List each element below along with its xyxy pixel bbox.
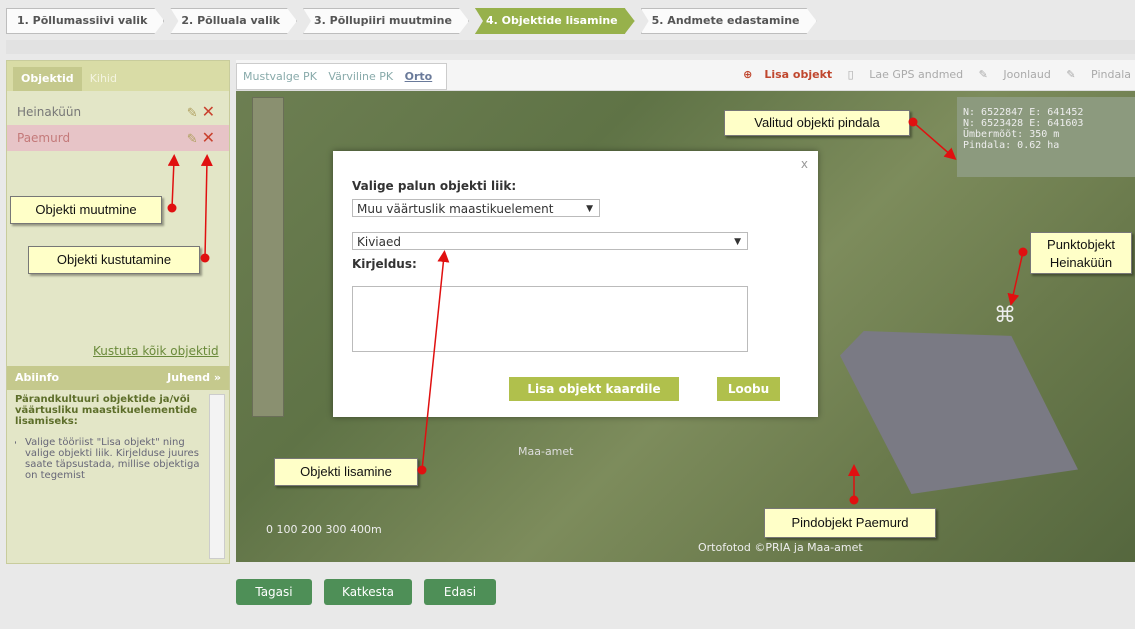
- map-copyright: Ortofotod ©PRIA ja Maa-amet: [698, 541, 863, 554]
- callout-area: Valitud objekti pindala: [724, 110, 910, 136]
- step-2[interactable]: 2. Põlluala valik: [170, 8, 297, 34]
- chevron-down-icon: ▼: [734, 237, 741, 247]
- help-scrollbar[interactable]: [209, 394, 225, 559]
- cancel-button[interactable]: Loobu: [717, 377, 780, 401]
- callout-polygon: Pindobjekt Paemurd: [764, 508, 936, 538]
- edit-icon[interactable]: ✎: [187, 101, 198, 127]
- add-object-tool[interactable]: ⊕ Lisa objekt: [743, 68, 832, 81]
- map-watermark: Maa-amet: [518, 445, 574, 458]
- tab-layers[interactable]: Kihid: [82, 67, 125, 91]
- dialog-title: Valige palun objekti liik:: [352, 179, 517, 193]
- gps-label: Lae GPS andmed: [869, 68, 964, 81]
- category-value: Muu väärtuslik maastikuelement: [357, 202, 554, 216]
- help-item: Valige tööriist "Lisa objekt" ning valig…: [25, 437, 201, 481]
- help-title: Pärandkultuuri objektide ja/või väärtusl…: [15, 394, 198, 427]
- add-object-label: Lisa objekt: [764, 68, 833, 81]
- tab-guide[interactable]: Juhend »: [167, 366, 221, 390]
- object-name: Paemurd: [17, 131, 71, 145]
- object-item[interactable]: Heinaküün ✎ ✕: [7, 99, 229, 125]
- close-icon[interactable]: x: [801, 157, 808, 171]
- wizard-steps: 1. Põllumassiivi valik 2. Põlluala valik…: [6, 8, 823, 34]
- abort-button[interactable]: Katkesta: [324, 579, 412, 605]
- object-item-selected[interactable]: Paemurd ✎ ✕: [7, 125, 229, 151]
- back-button[interactable]: Tagasi: [236, 579, 312, 605]
- area-label: Pindala: [1091, 68, 1131, 81]
- callout-edit: Objekti muutmine: [10, 196, 162, 224]
- tab-help[interactable]: Abiinfo: [15, 366, 59, 390]
- basemap-switcher: Mustvalge PK Värviline PK Orto: [236, 63, 448, 90]
- step-bar: [6, 40, 1135, 54]
- delete-icon[interactable]: ✕: [202, 99, 215, 125]
- coordinates-readout: N: 6522847 E: 641452 N: 6523428 E: 64160…: [957, 97, 1135, 177]
- perimeter-line: Ümbermõõt: 350 m: [963, 129, 1060, 140]
- help-header: Abiinfo Juhend »: [7, 366, 229, 390]
- basemap-color[interactable]: Värviline PK: [328, 70, 393, 83]
- description-label: Kirjeldus:: [352, 257, 417, 271]
- delete-all-link[interactable]: Kustuta kõik objektid: [93, 344, 219, 358]
- map-tools: ⊕ Lisa objekt ▯ Lae GPS andmed ✎ Joonlaud…: [731, 65, 1131, 85]
- add-object-dialog: x Valige palun objekti liik: Muu väärtus…: [333, 151, 818, 417]
- callout-delete: Objekti kustutamine: [28, 246, 200, 274]
- step-4[interactable]: 4. Objektide lisamine: [475, 8, 635, 34]
- callout-add: Objekti lisamine: [274, 458, 418, 486]
- add-to-map-button[interactable]: Lisa objekt kaardile: [509, 377, 679, 401]
- next-button[interactable]: Edasi: [424, 579, 496, 605]
- chevron-down-icon: ▼: [586, 204, 593, 214]
- area-tool[interactable]: ✎ Pindala: [1066, 68, 1131, 81]
- object-name: Heinaküün: [17, 105, 82, 119]
- description-textarea[interactable]: [352, 286, 748, 352]
- ruler-tool[interactable]: ✎ Joonlaud: [979, 68, 1051, 81]
- point-object-icon[interactable]: ⌘: [994, 303, 1016, 328]
- delete-icon[interactable]: ✕: [202, 125, 215, 151]
- type-value: Kiviaed: [357, 235, 401, 249]
- step-1[interactable]: 1. Põllumassiivi valik: [6, 8, 164, 34]
- callout-point: Punktobjekt Heinaküün: [1030, 232, 1132, 274]
- category-select[interactable]: Muu väärtuslik maastikuelement ▼: [352, 199, 600, 217]
- help-text: Pärandkultuuri objektide ja/või väärtusl…: [15, 394, 201, 557]
- basemap-bw[interactable]: Mustvalge PK: [243, 70, 317, 83]
- object-list: Heinaküün ✎ ✕ Paemurd ✎ ✕: [7, 99, 229, 151]
- coord-line: N: 6522847 E: 641452: [963, 107, 1084, 118]
- map-toolbar: Mustvalge PK Värviline PK Orto ⊕ Lisa obj…: [236, 60, 1135, 91]
- area-line: Pindala: 0.62 ha: [963, 140, 1060, 151]
- polygon-object[interactable]: [840, 331, 1078, 494]
- basemap-ortho[interactable]: Orto: [405, 70, 433, 83]
- tab-objects[interactable]: Objektid: [13, 67, 82, 91]
- scale-bar: 0 100 200 300 400m: [266, 523, 382, 536]
- gps-upload-tool[interactable]: ▯ Lae GPS andmed: [848, 68, 964, 81]
- zoom-slider[interactable]: [252, 97, 284, 417]
- type-select[interactable]: Kiviaed ▼: [352, 232, 748, 250]
- panel-tabs: Objektid Kihid: [7, 61, 229, 91]
- edit-icon[interactable]: ✎: [187, 127, 198, 153]
- step-5[interactable]: 5. Andmete edastamine: [641, 8, 817, 34]
- coord-line: N: 6523428 E: 641603: [963, 118, 1084, 129]
- left-panel: Objektid Kihid Heinaküün ✎ ✕ Paemurd ✎ ✕ K…: [6, 60, 230, 564]
- step-3[interactable]: 3. Põllupiiri muutmine: [303, 8, 469, 34]
- ruler-label: Joonlaud: [1003, 68, 1051, 81]
